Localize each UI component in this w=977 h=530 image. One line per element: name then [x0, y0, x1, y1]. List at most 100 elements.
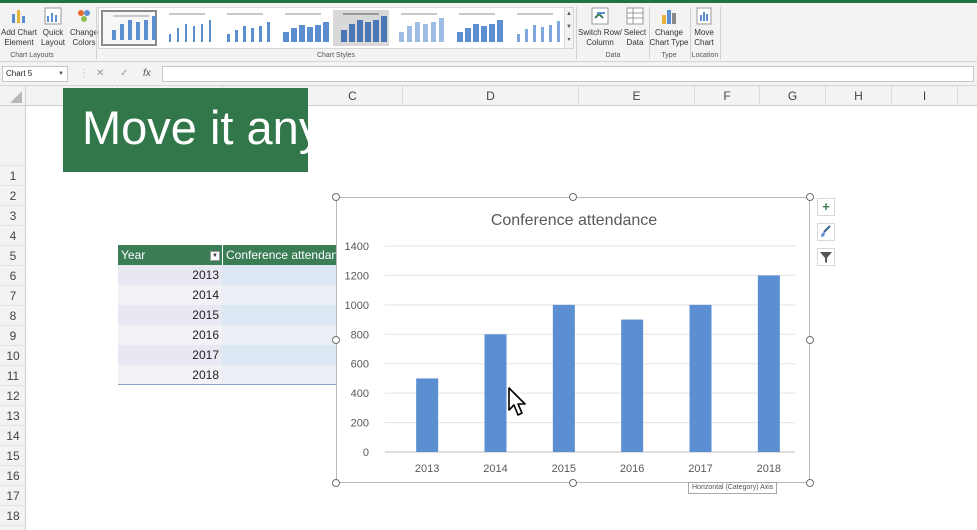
y-tick-label: 1000 [345, 300, 369, 312]
y-tick-label: 0 [363, 447, 369, 459]
chart-title[interactable]: Conference attendance [491, 212, 657, 229]
chart-bar[interactable] [416, 378, 439, 452]
chart-style-6[interactable] [391, 10, 447, 46]
select-data-button[interactable]: Select Data [622, 6, 648, 48]
column-header-i[interactable]: I [892, 86, 958, 106]
chart-object[interactable]: Conference attendance 0 200 400 600 800 1000 1… [336, 197, 810, 483]
row-header[interactable]: 14 [0, 426, 26, 446]
chart-bar[interactable] [621, 319, 644, 452]
row-header[interactable]: 8 [0, 306, 26, 326]
row-header[interactable]: 13 [0, 406, 26, 426]
resize-handle-bottom-left[interactable] [332, 479, 340, 487]
table-cell-year[interactable]: 2015 [118, 305, 222, 325]
gallery-scroll[interactable]: ▲ ▼ ▾ [564, 8, 573, 48]
table-cell-year[interactable]: 2014 [118, 285, 222, 305]
chart-style-3[interactable] [217, 10, 273, 46]
row-header[interactable]: 4 [0, 226, 26, 246]
chart-style-8[interactable] [507, 10, 563, 46]
fx-icon[interactable]: fx [143, 68, 151, 79]
row-header[interactable]: 18 [0, 506, 26, 526]
column-header-e[interactable]: E [579, 86, 695, 106]
formula-input[interactable] [162, 66, 974, 82]
cancel-icon[interactable]: ✕ [96, 68, 104, 79]
resize-handle-bottom[interactable] [569, 479, 577, 487]
chevron-down-icon[interactable]: ▼ [58, 67, 64, 81]
table-cell-attendance[interactable] [222, 365, 336, 385]
chart-bar[interactable] [757, 275, 780, 452]
table-header-year[interactable]: Year ▼ [118, 245, 222, 265]
column-header-d[interactable]: D [403, 86, 579, 106]
y-tick-label: 1200 [345, 270, 369, 282]
change-chart-type-label-1: Change [654, 28, 684, 37]
row-header[interactable]: 11 [0, 366, 26, 386]
table-cell-attendance[interactable] [222, 305, 336, 325]
y-tick-label: 400 [351, 388, 369, 400]
chart-y-axis[interactable]: 0 200 400 600 800 1000 1200 1400 [345, 241, 369, 459]
row-header[interactable]: 2 [0, 186, 26, 206]
row-header[interactable]: 12 [0, 386, 26, 406]
select-all-button[interactable] [0, 86, 26, 106]
filter-dropdown-icon[interactable]: ▼ [210, 251, 220, 261]
move-chart-button[interactable]: Move Chart [690, 6, 718, 48]
chart-styles-gallery[interactable]: ▲ ▼ ▾ [98, 7, 574, 49]
resize-handle-top[interactable] [569, 193, 577, 201]
funnel-icon [820, 252, 832, 263]
column-header-h[interactable]: H [826, 86, 892, 106]
table-cell-attendance[interactable] [222, 325, 336, 345]
table-cell-attendance[interactable] [222, 285, 336, 305]
row-header[interactable]: 16 [0, 466, 26, 486]
table-header-attendance[interactable]: Conference attendance [222, 245, 336, 265]
gallery-more-icon[interactable]: ▾ [565, 34, 573, 47]
row-header[interactable]: 3 [0, 206, 26, 226]
resize-handle-left[interactable] [332, 336, 340, 344]
row-header[interactable]: 7 [0, 286, 26, 306]
chart-bar[interactable] [689, 304, 712, 452]
row-header[interactable]: 10 [0, 346, 26, 366]
gallery-down-icon[interactable]: ▼ [565, 21, 573, 34]
group-separator [720, 7, 721, 59]
chart-svg: Conference attendance 0 200 400 600 800 1000 1… [345, 212, 795, 475]
chart-filters-button[interactable] [817, 248, 835, 266]
chart-bar[interactable] [484, 334, 507, 452]
table-cell-year[interactable]: 2013 [118, 265, 222, 285]
resize-handle-bottom-right[interactable] [806, 479, 814, 487]
row-header[interactable]: 5 [0, 246, 26, 266]
table-cell-attendance[interactable] [222, 265, 336, 285]
add-chart-element-icon [12, 10, 25, 23]
resize-handle-top-right[interactable] [806, 193, 814, 201]
add-chart-element-button[interactable]: Add Chart Element [0, 6, 38, 48]
table-cell-year[interactable]: 2018 [118, 365, 222, 385]
table-cell-year[interactable]: 2016 [118, 325, 222, 345]
row-header[interactable]: 6 [0, 266, 26, 286]
row-header[interactable]: 1 [0, 166, 26, 186]
enter-icon[interactable]: ✓ [120, 68, 128, 79]
table-cell-year[interactable]: 2017 [118, 345, 222, 365]
chart-bar[interactable] [552, 304, 575, 452]
chart-styles-button[interactable] [817, 223, 835, 241]
chart-elements-button[interactable]: + [817, 198, 835, 216]
resize-handle-top-left[interactable] [332, 193, 340, 201]
chart-style-2[interactable] [159, 10, 215, 46]
change-chart-type-button[interactable]: Change Chart Type [649, 6, 689, 48]
row-header[interactable]: 9 [0, 326, 26, 346]
group-label-chart-styles: Chart Styles [316, 52, 356, 59]
resize-handle-right[interactable] [806, 336, 814, 344]
gallery-up-icon[interactable]: ▲ [565, 8, 573, 21]
table-cell-attendance[interactable] [222, 345, 336, 365]
select-data-label-2: Data [626, 38, 644, 47]
chart-style-4[interactable] [275, 10, 331, 46]
chart-x-axis[interactable]: 2013 2014 2015 2016 2017 2018 [415, 463, 781, 475]
name-box[interactable]: Chart 5 ▼ [2, 66, 68, 82]
row-header[interactable]: 17 [0, 486, 26, 506]
column-header-g[interactable]: G [760, 86, 826, 106]
switch-row-column-button[interactable]: Switch Row/ Column [578, 6, 622, 48]
quick-layout-button[interactable]: Quick Layout [38, 6, 68, 48]
row-header[interactable]: 15 [0, 446, 26, 466]
chart-style-5[interactable] [333, 10, 389, 46]
chart-style-1[interactable] [101, 10, 157, 46]
select-data-icon [626, 7, 644, 25]
mouse-cursor-icon [508, 387, 526, 416]
y-tick-label: 600 [351, 359, 369, 371]
chart-style-7[interactable] [449, 10, 505, 46]
column-header-f[interactable]: F [695, 86, 760, 106]
